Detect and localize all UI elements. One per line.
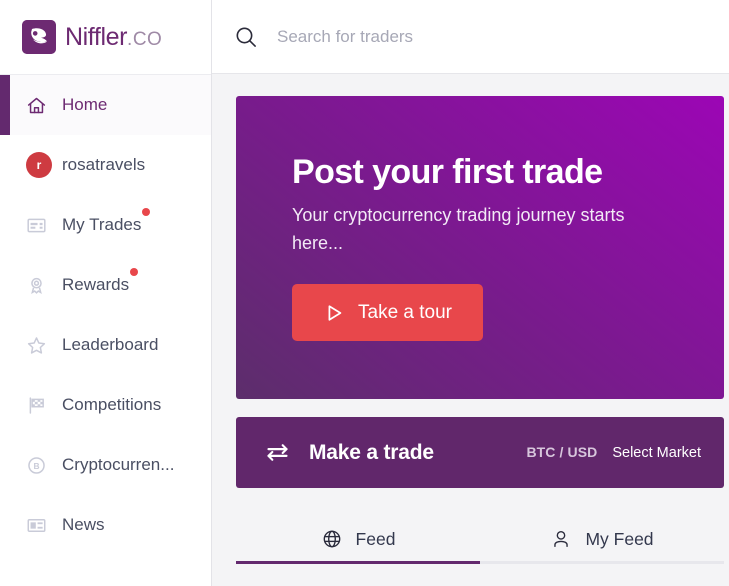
sidebar-item-rewards[interactable]: Rewards (0, 255, 211, 315)
globe-icon (321, 528, 343, 550)
sidebar-item-label: Leaderboard (62, 335, 159, 354)
brand-name: Niffler.CO (65, 23, 162, 52)
search-icon[interactable] (233, 24, 259, 50)
sidebar-item-news[interactable]: News (0, 495, 211, 555)
card-column: Post your first trade Your cryptocurrenc… (236, 96, 724, 564)
swap-arrows-icon (264, 439, 291, 466)
sidebar-item-label: Cryptocurren... (62, 455, 175, 474)
feed-tabs: Feed My Feed (236, 514, 724, 564)
top-search-bar (212, 0, 729, 74)
hero-subtitle: Your cryptocurrency trading journey star… (292, 205, 625, 254)
person-icon (550, 528, 572, 550)
sidebar-item-home[interactable]: Home (0, 75, 211, 135)
take-a-tour-button[interactable]: Take a tour (292, 284, 483, 342)
tab-my-feed[interactable]: My Feed (480, 514, 724, 564)
make-a-trade-bar[interactable]: Make a trade BTC / USD Select Market (236, 417, 724, 488)
avatar: r (26, 152, 52, 178)
brand-suffix-text: .CO (127, 28, 163, 50)
hero-title: Post your first trade (292, 153, 603, 191)
svg-text:B: B (33, 461, 39, 471)
take-a-tour-label: Take a tour (358, 301, 452, 323)
notification-badge (142, 208, 151, 216)
notification-badge (130, 268, 139, 276)
flag-icon (26, 395, 52, 416)
app-root: Niffler.CO Home r rosatravels My Trades … (0, 0, 729, 586)
sidebar-item-label: My Trades (62, 208, 151, 235)
sidebar-item-label: rosatravels (62, 155, 146, 174)
sidebar-item-label: Competitions (62, 395, 162, 414)
home-icon (26, 95, 52, 116)
make-a-trade-title: Make a trade (309, 440, 434, 464)
avatar-initial: r (26, 152, 52, 178)
sidebar: Niffler.CO Home r rosatravels My Trades … (0, 0, 212, 586)
sidebar-item-leaderboard[interactable]: Leaderboard (0, 315, 211, 375)
niffler-logo-icon (22, 20, 56, 54)
award-icon (26, 275, 52, 296)
star-icon (26, 335, 52, 356)
hero-banner: Post your first trade Your cryptocurrenc… (236, 96, 724, 399)
sidebar-item-text: My Trades (62, 215, 142, 234)
search-input[interactable] (277, 26, 637, 47)
tab-my-feed-label: My Feed (585, 528, 654, 549)
sidebar-item-my-trades[interactable]: My Trades (0, 195, 211, 255)
content-area: Post your first trade Your cryptocurrenc… (212, 74, 729, 586)
sidebar-nav: Home r rosatravels My Trades Rewards Lea… (0, 75, 211, 555)
card-icon (26, 215, 52, 236)
sidebar-item-competitions[interactable]: Competitions (0, 375, 211, 435)
sidebar-item-rosatravels[interactable]: r rosatravels (0, 135, 211, 195)
play-icon (323, 302, 345, 324)
tab-feed-label: Feed (355, 528, 396, 549)
brand-name-text: Niffler (65, 22, 128, 51)
select-market-button[interactable]: Select Market (612, 445, 701, 461)
sidebar-item-label: Home (62, 95, 108, 114)
market-pair: BTC / USD (526, 444, 598, 460)
sidebar-item-label: Rewards (62, 268, 139, 295)
main-area: Post your first trade Your cryptocurrenc… (212, 0, 729, 586)
newspaper-icon (26, 515, 52, 536)
market-selector: BTC / USD Select Market (526, 444, 701, 461)
bitcoin-icon: B (26, 455, 52, 476)
tab-feed[interactable]: Feed (236, 514, 480, 564)
brand-logo[interactable]: Niffler.CO (0, 0, 211, 75)
sidebar-item-label: News (62, 515, 105, 534)
sidebar-item-cryptocurrencies[interactable]: B Cryptocurren... (0, 435, 211, 495)
sidebar-item-text: Rewards (62, 275, 130, 294)
